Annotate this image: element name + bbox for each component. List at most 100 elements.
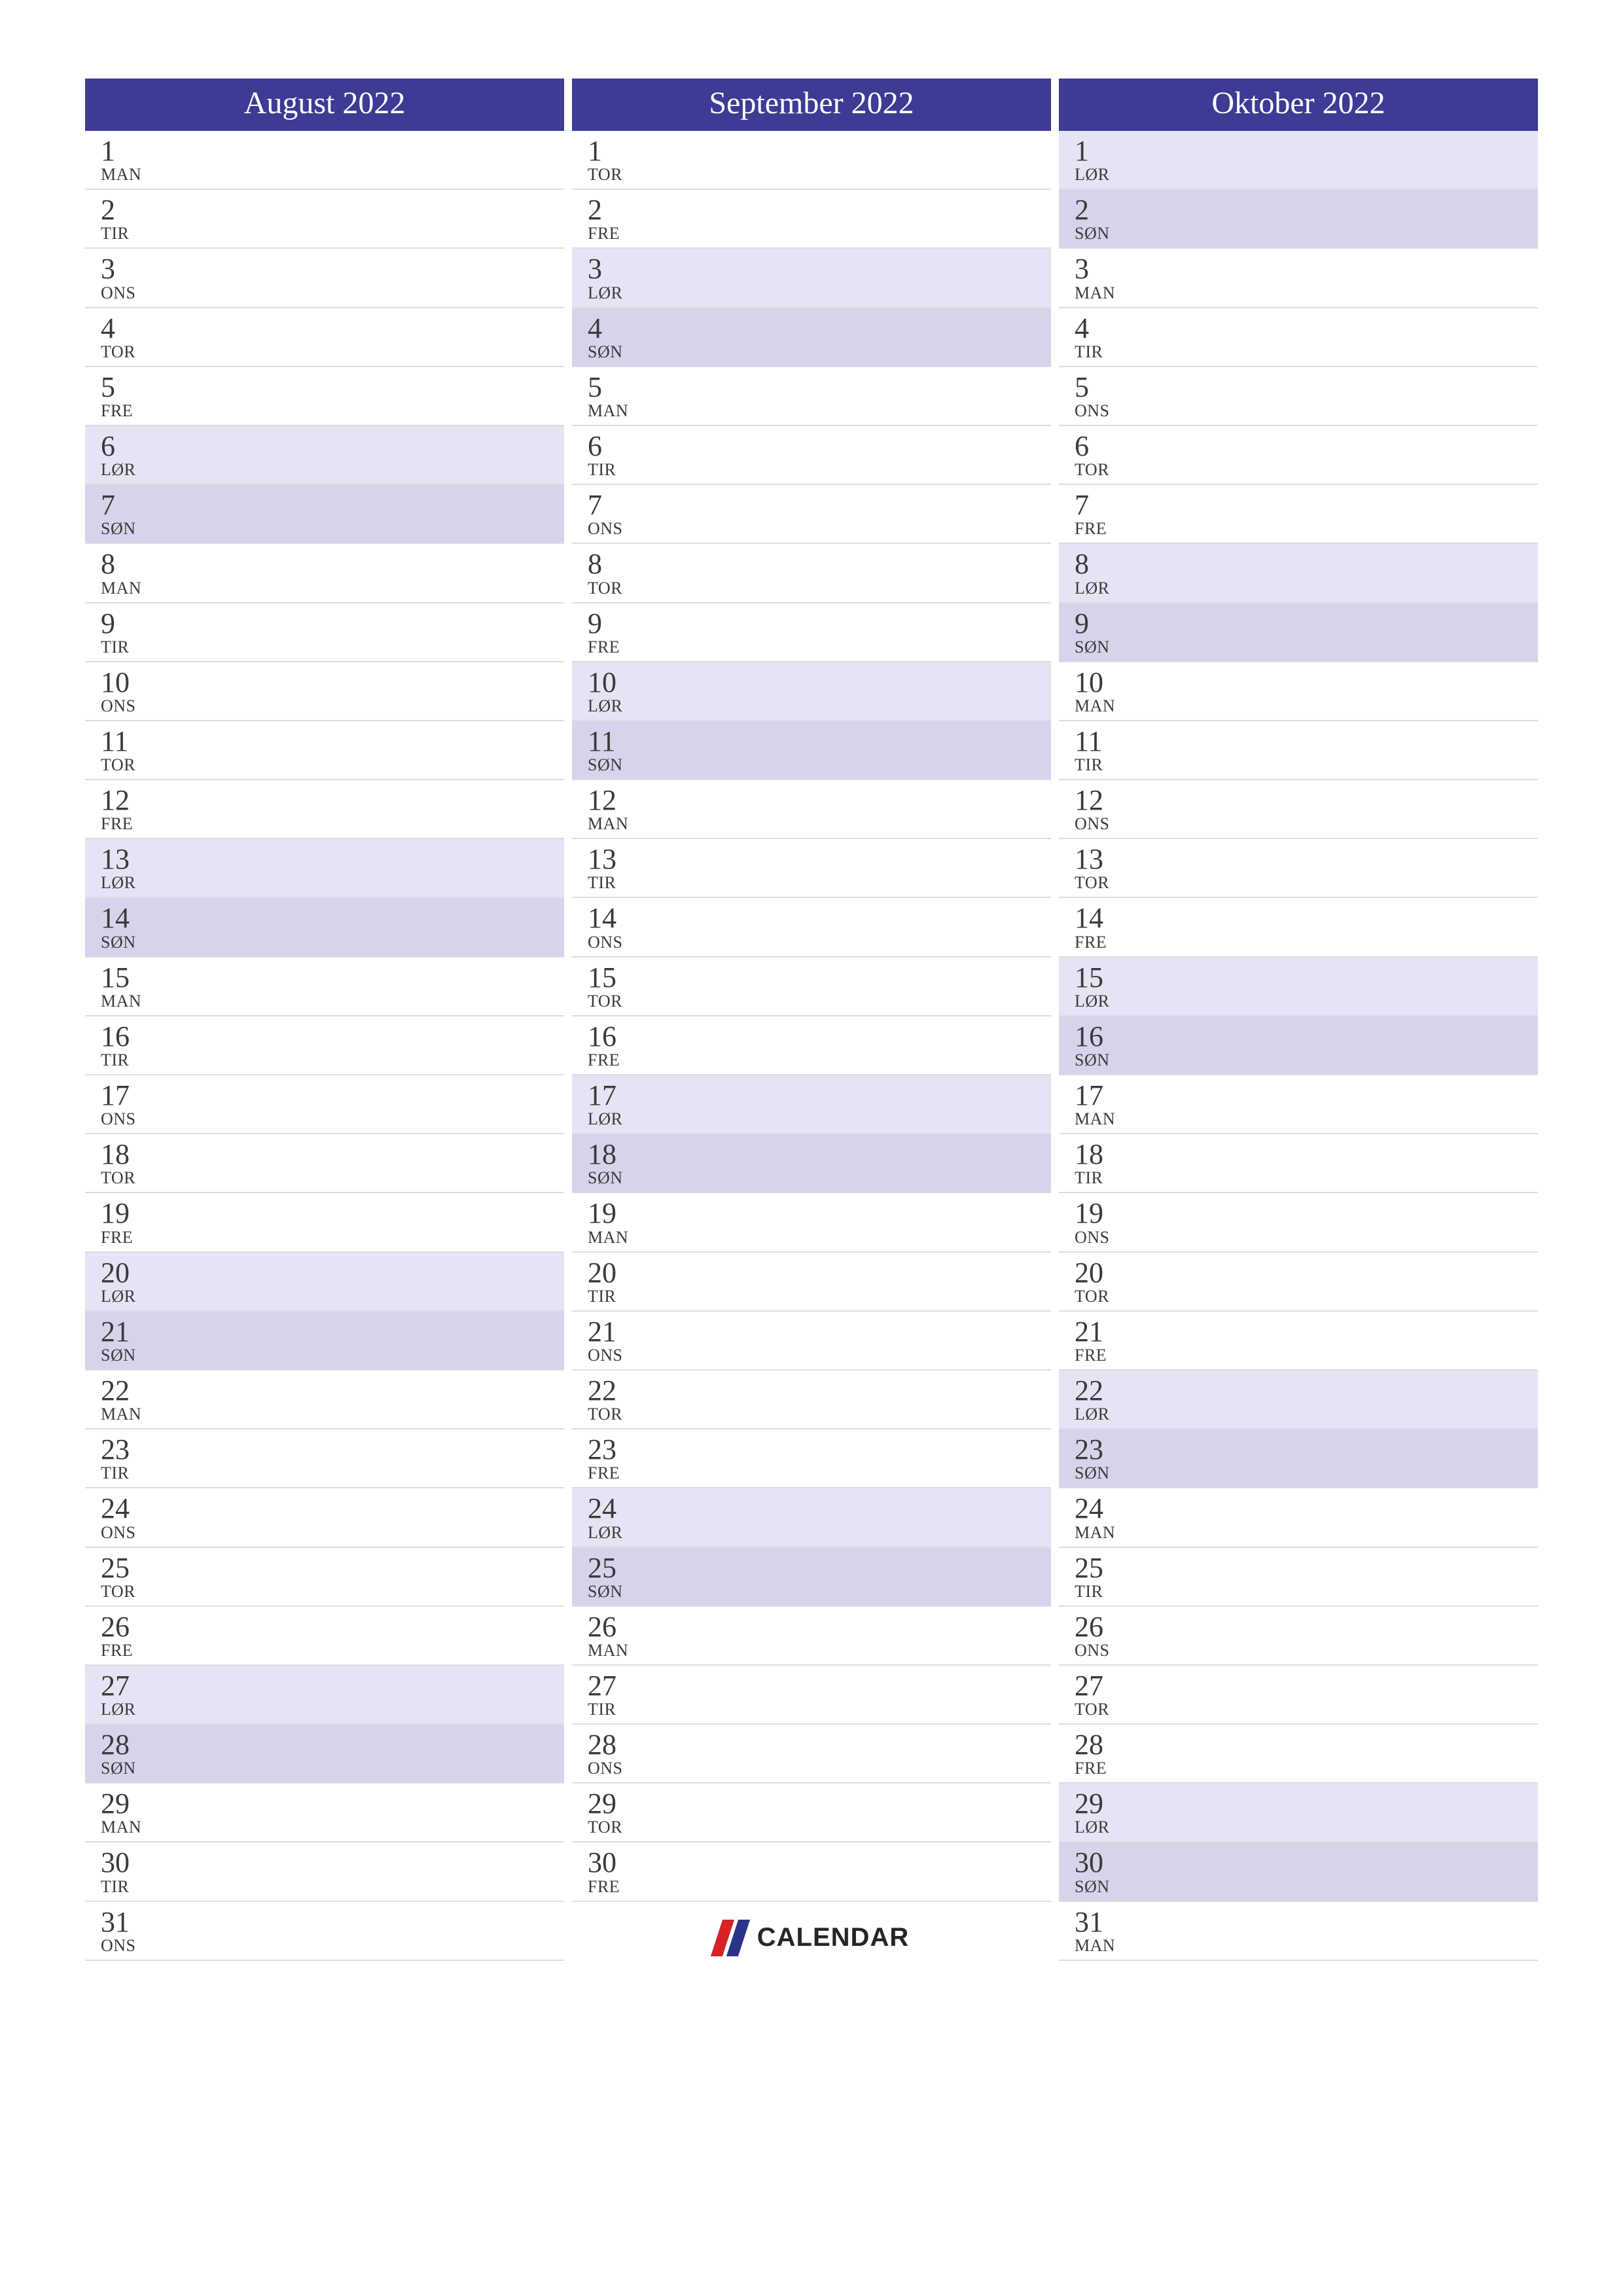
day-row: 21FRE [1059,1312,1538,1371]
day-number: 20 [1075,1258,1538,1288]
day-row: 28ONS [572,1725,1051,1784]
weekday-label: SØN [101,1759,564,1778]
day-number: 13 [1075,844,1538,874]
day-number: 3 [1075,254,1538,284]
weekday-label: TIR [101,637,564,657]
day-number: 7 [588,490,1051,520]
weekday-label: SØN [1075,1463,1538,1483]
month-title: Oktober 2022 [1059,79,1538,131]
day-number: 17 [1075,1081,1538,1111]
weekday-label: SØN [1075,1877,1538,1897]
day-row: 23SØN [1059,1429,1538,1488]
day-row: 12MAN [572,780,1051,839]
weekday-label: TOR [588,1818,1051,1837]
day-number: 24 [588,1494,1051,1524]
day-row: 31ONS [85,1902,564,1961]
weekday-label: ONS [588,1759,1051,1778]
day-row: 19FRE [85,1193,564,1252]
weekday-label: MAN [101,1818,564,1837]
day-number: 10 [588,668,1051,698]
day-number: 16 [1075,1022,1538,1052]
day-row: 21ONS [572,1312,1051,1371]
weekday-label: FRE [1075,1346,1538,1365]
weekday-label: TOR [1075,460,1538,480]
weekday-label: TIR [101,224,564,243]
day-number: 24 [1075,1494,1538,1524]
weekday-label: TOR [588,1405,1051,1424]
weekday-label: FRE [1075,519,1538,539]
day-number: 11 [1075,726,1538,757]
day-number: 3 [101,254,564,284]
day-row: 4TOR [85,308,564,367]
weekday-label: MAN [101,579,564,598]
day-number: 29 [1075,1789,1538,1819]
day-row: 1MAN [85,131,564,190]
day-number: 28 [588,1730,1051,1760]
day-number: 14 [1075,903,1538,933]
day-row: 8LØR [1059,544,1538,603]
day-row: 3ONS [85,249,564,308]
day-row: 25SØN [572,1548,1051,1607]
weekday-label: ONS [588,933,1051,952]
weekday-label: MAN [588,401,1051,421]
day-row: 14FRE [1059,898,1538,957]
weekday-label: TIR [1075,342,1538,362]
day-number: 2 [101,195,564,225]
day-row: 29MAN [85,1784,564,1842]
day-number: 8 [101,549,564,579]
day-row: 7FRE [1059,485,1538,544]
weekday-label: FRE [101,1228,564,1247]
day-number: 18 [101,1139,564,1170]
weekday-label: LØR [1075,1405,1538,1424]
weekday-label: MAN [101,165,564,185]
day-row: 18SØN [572,1134,1051,1193]
weekday-label: ONS [1075,814,1538,834]
weekday-label: ONS [1075,1228,1538,1247]
day-row: 6TIR [572,426,1051,485]
day-number: 23 [101,1435,564,1465]
day-row: 25TIR [1059,1548,1538,1607]
day-row: 26MAN [572,1607,1051,1666]
weekday-label: FRE [588,1877,1051,1897]
day-row: 3LØR [572,249,1051,308]
day-number: 12 [1075,785,1538,816]
day-row: 19ONS [1059,1193,1538,1252]
day-row: 29LØR [1059,1784,1538,1842]
day-number: 4 [588,314,1051,344]
day-number: 5 [1075,372,1538,403]
day-number: 4 [1075,314,1538,344]
day-number: 5 [101,372,564,403]
weekday-label: MAN [588,1228,1051,1247]
day-row: 11TIR [1059,721,1538,780]
day-row: 23TIR [85,1429,564,1488]
day-row: 24MAN [1059,1488,1538,1547]
day-number: 7 [101,490,564,520]
day-number: 30 [101,1848,564,1878]
day-number: 1 [1075,136,1538,166]
day-number: 25 [1075,1553,1538,1583]
day-number: 2 [588,195,1051,225]
seven-icon [714,1920,751,1956]
brand-text: CALENDAR [757,1923,909,1952]
day-row: 12FRE [85,780,564,839]
day-number: 19 [1075,1198,1538,1229]
weekday-label: MAN [1075,283,1538,303]
day-row: 15MAN [85,958,564,1016]
weekday-label: MAN [101,992,564,1011]
weekday-label: FRE [588,1050,1051,1070]
day-row: 14ONS [572,898,1051,957]
day-row: 11TOR [85,721,564,780]
day-row: 27LØR [85,1666,564,1725]
day-row: 30FRE [572,1842,1051,1901]
day-number: 16 [101,1022,564,1052]
day-row: 15TOR [572,958,1051,1016]
month-column: September 20221TOR2FRE3LØR4SØN5MAN6TIR7O… [572,79,1051,1961]
day-number: 25 [588,1553,1051,1583]
weekday-label: SØN [588,1582,1051,1602]
day-row: 30SØN [1059,1842,1538,1901]
day-number: 3 [588,254,1051,284]
weekday-label: TOR [101,342,564,362]
day-row: 18TIR [1059,1134,1538,1193]
weekday-label: FRE [1075,1759,1538,1778]
day-row: 8TOR [572,544,1051,603]
